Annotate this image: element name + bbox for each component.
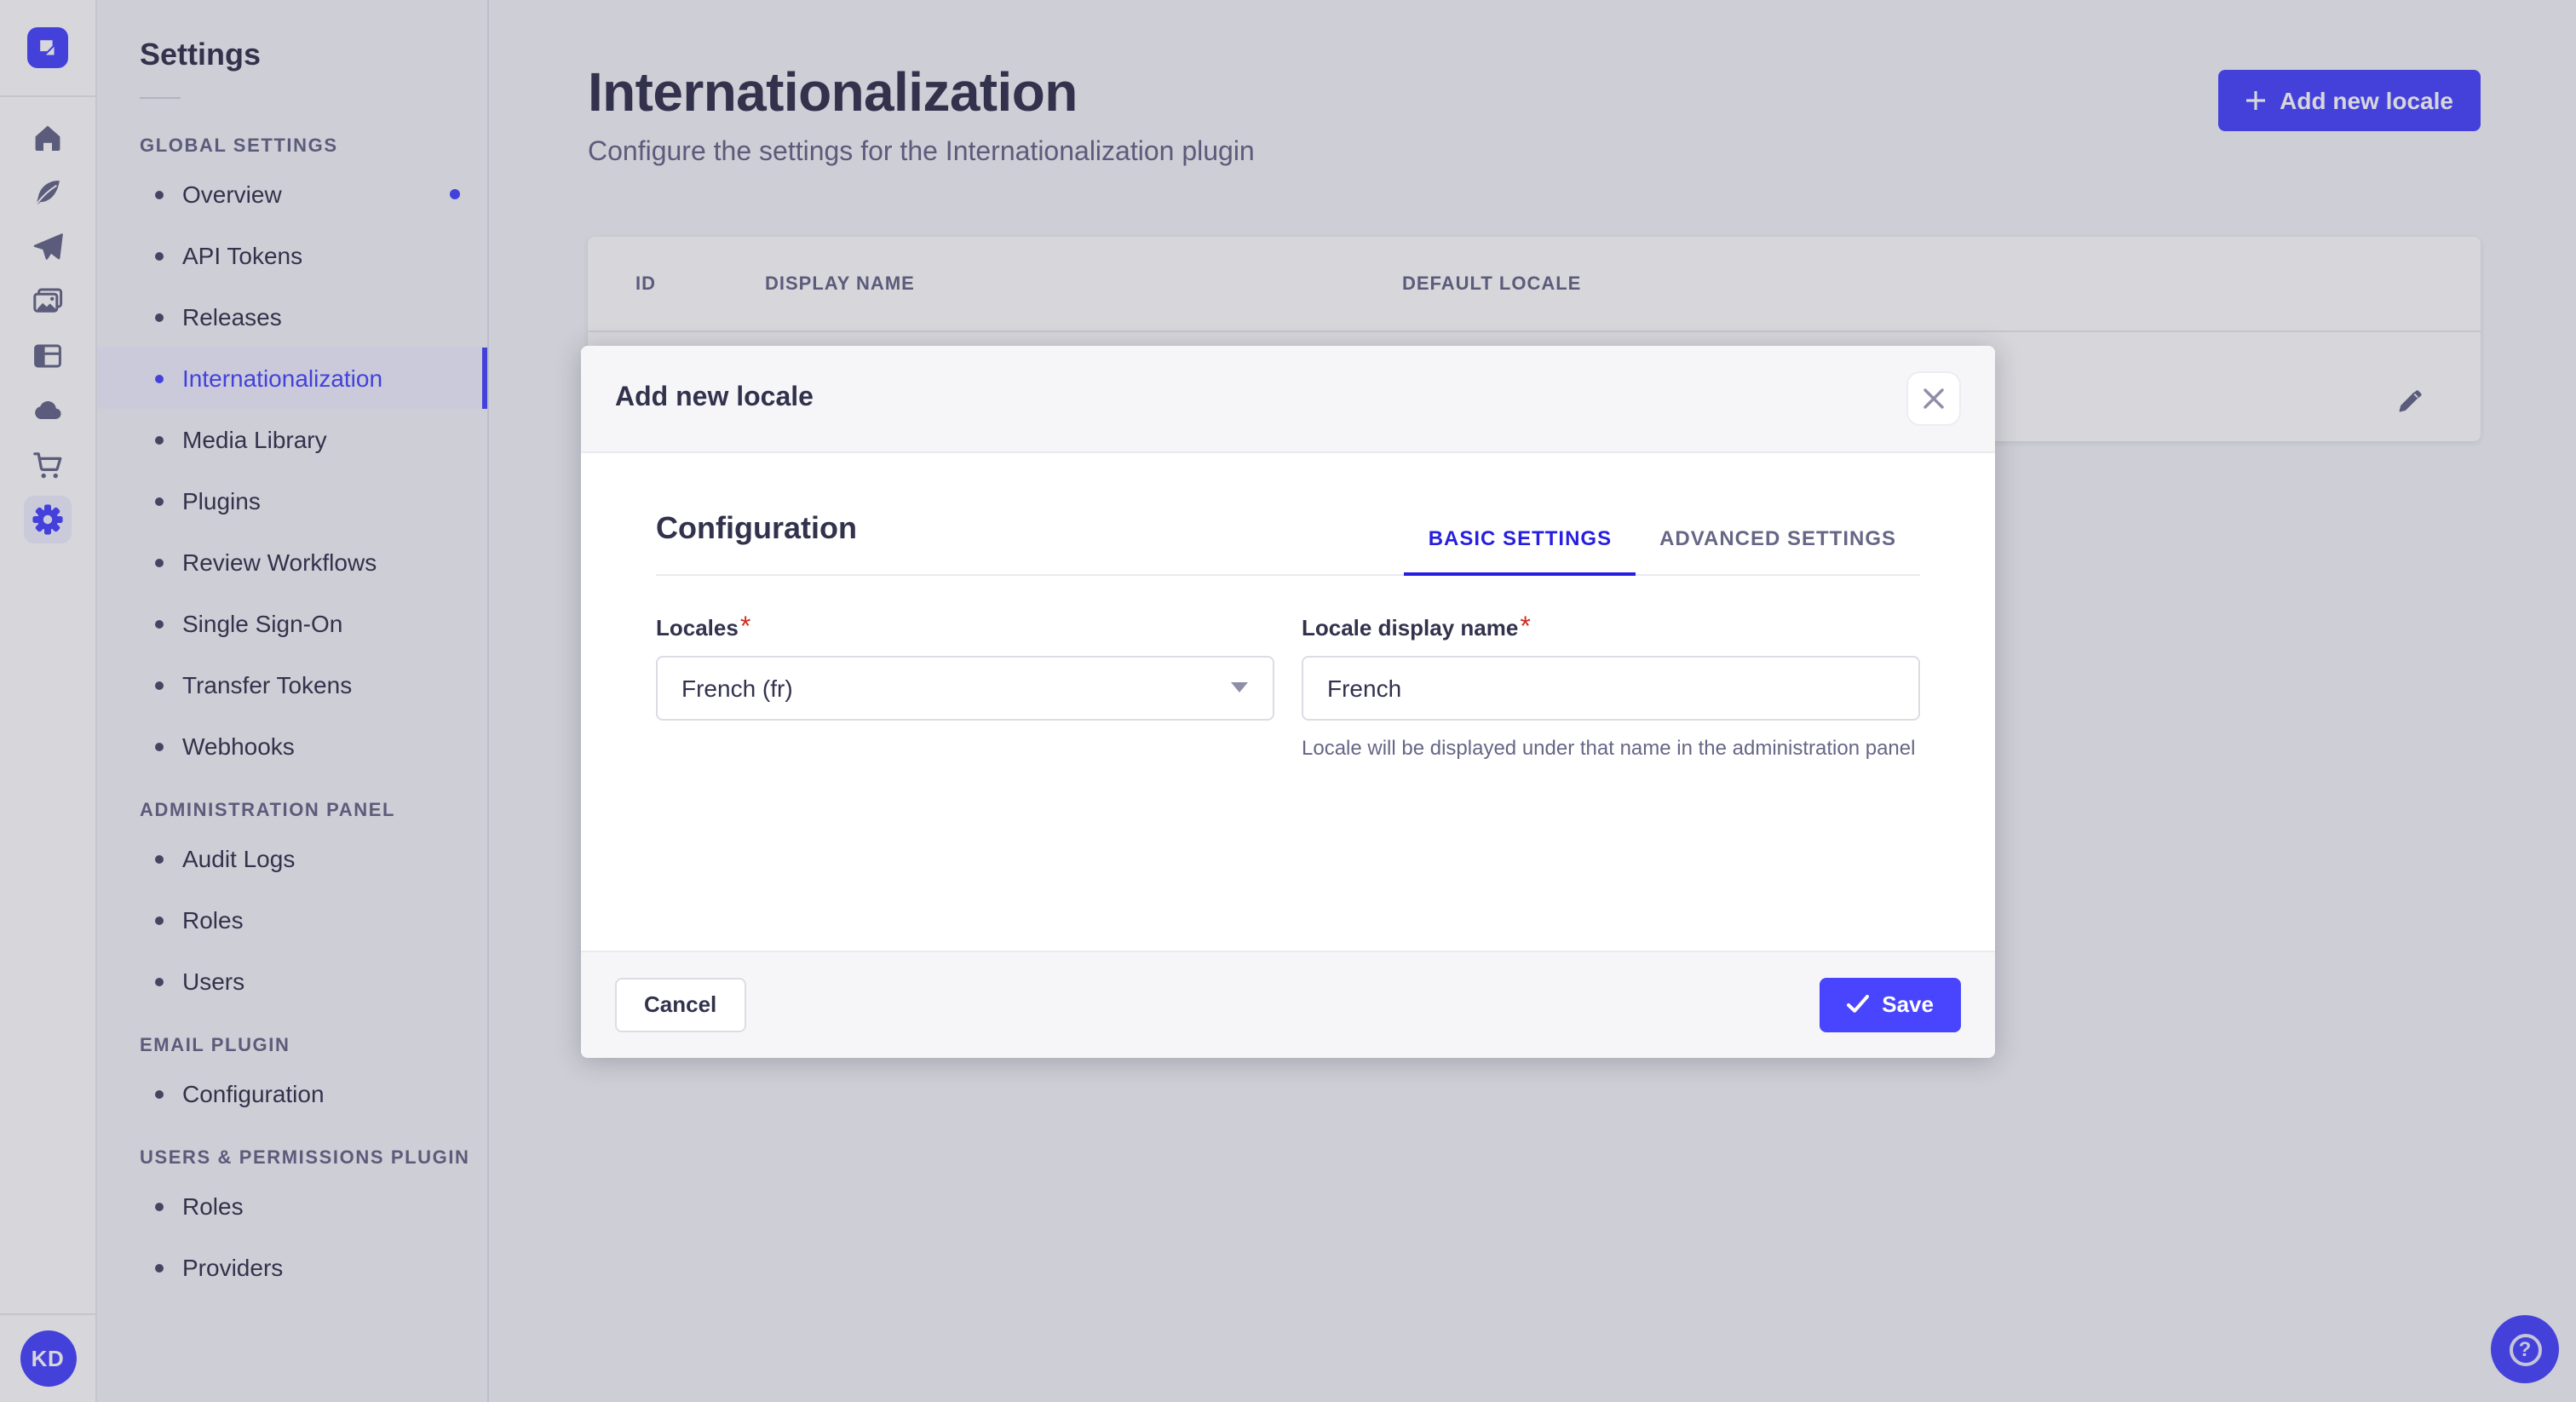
locale-form-row: Locales * French (fr) Locale display name…	[656, 612, 1920, 763]
cancel-button[interactable]: Cancel	[615, 977, 746, 1031]
save-button[interactable]: Save	[1819, 977, 1961, 1031]
modal-header: Add new locale	[581, 345, 1995, 452]
tab-basic-settings[interactable]: BASIC SETTINGS	[1404, 526, 1636, 575]
locales-field: Locales * French (fr)	[656, 612, 1274, 763]
configuration-title: Configuration	[656, 510, 857, 544]
check-icon	[1846, 995, 1869, 1013]
display-name-input[interactable]	[1302, 655, 1920, 720]
configuration-header-row: Configuration BASIC SETTINGS ADVANCED SE…	[656, 510, 1920, 575]
locales-select-value: French (fr)	[681, 674, 793, 701]
modal-title: Add new locale	[615, 382, 814, 411]
locales-select[interactable]: French (fr)	[656, 655, 1274, 720]
required-asterisk: *	[739, 612, 751, 641]
locales-label: Locales	[656, 614, 739, 640]
modal-footer: Cancel Save	[581, 950, 1995, 1057]
display-name-field: Locale display name* Locale will be disp…	[1302, 612, 1920, 763]
close-icon	[1923, 388, 1944, 408]
display-name-help-text: Locale will be displayed under that name…	[1302, 735, 1916, 759]
strapi-admin-app: KD Settings GLOBAL SETTINGS Overview API…	[0, 0, 2576, 1402]
chevron-down-icon	[1231, 682, 1248, 692]
tab-advanced-settings[interactable]: ADVANCED SETTINGS	[1636, 526, 1920, 573]
display-name-label: Locale display name	[1302, 614, 1519, 640]
close-modal-button[interactable]	[1906, 371, 1961, 425]
modal-body: Configuration BASIC SETTINGS ADVANCED SE…	[581, 452, 1995, 950]
required-asterisk: *	[1520, 612, 1531, 641]
settings-tabs: BASIC SETTINGS ADVANCED SETTINGS	[1404, 526, 1920, 575]
add-locale-modal: Add new locale Configuration BASIC SETTI…	[581, 345, 1995, 1057]
